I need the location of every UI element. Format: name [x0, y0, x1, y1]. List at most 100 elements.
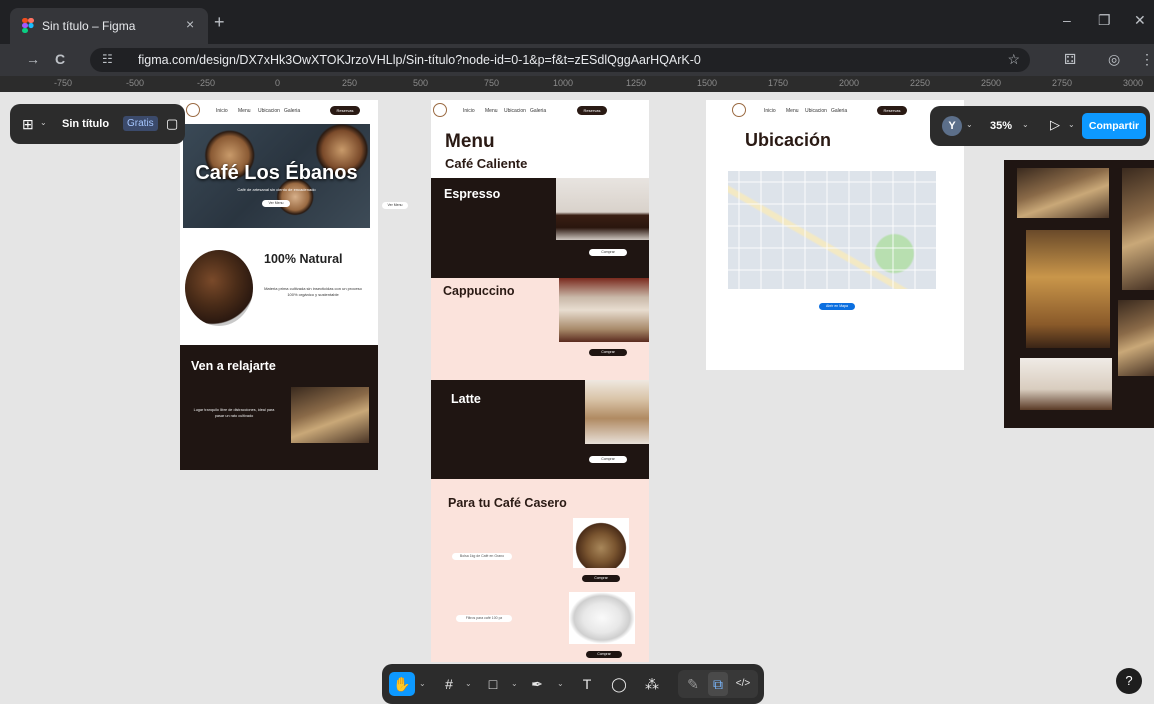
comment-tool-icon[interactable]: ◯: [610, 672, 628, 696]
natural-text: Materia prima cultivada sin insecticidas…: [264, 286, 362, 297]
horizontal-ruler: -750 -500 -250 0 250 500 750 1000 1250 1…: [0, 76, 1154, 92]
ruler-tick: 2500: [981, 78, 1002, 88]
new-tab-icon[interactable]: +: [214, 12, 225, 33]
nav-link-galeria[interactable]: Galeria: [284, 108, 300, 114]
ruler-tick: -500: [126, 78, 145, 88]
figma-menu-icon[interactable]: ⊞: [22, 116, 34, 133]
forward-icon[interactable]: →: [26, 51, 40, 67]
outside-ver-menu-button[interactable]: Ver Menu: [382, 202, 408, 209]
ruler-tick: 0: [275, 78, 281, 88]
plan-badge[interactable]: Gratis: [123, 116, 158, 131]
actions-icon[interactable]: ⁂: [642, 672, 662, 696]
ruler-tick: 2750: [1052, 78, 1073, 88]
shape-tool-icon[interactable]: □: [484, 672, 502, 696]
chevron-down-icon[interactable]: ⌄: [557, 679, 564, 688]
chevron-down-icon[interactable]: ⌄: [1022, 120, 1029, 129]
browser-menu-icon[interactable]: ⋮: [1140, 51, 1154, 68]
home-frame[interactable]: Inicio Menu Ubicacion Galeria Reservas C…: [180, 100, 378, 470]
espresso-buy-button[interactable]: Comprar: [589, 249, 627, 256]
gallery-frame[interactable]: [1004, 160, 1154, 428]
chevron-down-icon[interactable]: ⌄: [40, 118, 47, 127]
chevron-down-icon[interactable]: ⌄: [1068, 120, 1075, 129]
ruler-tick: 2250: [910, 78, 931, 88]
profile-icon[interactable]: ◎: [1108, 51, 1120, 68]
reload-icon[interactable]: C: [55, 51, 65, 67]
nav-link-galeria[interactable]: Galeria: [831, 108, 847, 114]
menu-title: Menu: [445, 131, 495, 152]
beans-image: [185, 250, 253, 326]
present-icon[interactable]: ▷: [1050, 117, 1060, 133]
bottom-toolbar: ✋ ⌄ # ⌄ □ ⌄ ✒ ⌄ T ◯ ⁂ ✎ ⧉ </>: [382, 664, 764, 704]
nav-link-inicio[interactable]: Inicio: [463, 108, 475, 114]
latte-buy-button[interactable]: Comprar: [589, 456, 627, 463]
pen-tool-icon[interactable]: ✒: [528, 672, 546, 696]
dev-mode-group: ✎ ⧉ </>: [678, 670, 758, 698]
reservas-button[interactable]: Reservas: [330, 106, 360, 115]
reservas-button[interactable]: Reservas: [577, 106, 607, 115]
url-field[interactable]: ☷ figma.com/design/DX7xHk3OwXTOKJrzoVHLl…: [90, 48, 1030, 72]
gallery-image-1: [1017, 168, 1109, 218]
coffee-bag-buy-button[interactable]: Comprar: [582, 575, 620, 582]
chevron-down-icon[interactable]: ⌄: [419, 679, 426, 688]
location-frame[interactable]: Inicio Menu Ubicacion Galeria Reservas U…: [706, 100, 964, 370]
frame-tool-icon[interactable]: #: [440, 672, 458, 696]
nav-link-menu[interactable]: Menu: [238, 108, 251, 114]
open-map-button[interactable]: Abrir en Mapa: [819, 303, 855, 310]
layout-panel-icon[interactable]: ▢: [166, 116, 178, 132]
dev-mode-icon[interactable]: </>: [732, 672, 754, 696]
nav-link-menu[interactable]: Menu: [485, 108, 498, 114]
gallery-image-5: [1020, 358, 1112, 410]
gallery-image-2: [1122, 168, 1154, 290]
nav-link-inicio[interactable]: Inicio: [764, 108, 776, 114]
chevron-down-icon[interactable]: ⌄: [966, 120, 973, 129]
relax-section: Ven a relajarte Lugar tranquilo libre de…: [180, 345, 378, 470]
ruler-tick: 750: [484, 78, 500, 88]
site-info-icon[interactable]: ☷: [102, 52, 113, 66]
extensions-icon[interactable]: ⚃: [1064, 51, 1076, 68]
ruler-tick: -750: [54, 78, 73, 88]
draw-mode-icon[interactable]: ✎: [684, 672, 702, 696]
tab-close-icon[interactable]: ×: [186, 16, 194, 32]
latte-image: [585, 380, 649, 444]
help-button[interactable]: ?: [1116, 668, 1142, 694]
cappuccino-label: Cappuccino: [443, 284, 515, 298]
bookmark-star-icon[interactable]: ☆: [1007, 51, 1020, 68]
nav-link-galeria[interactable]: Galeria: [530, 108, 546, 114]
reservas-button[interactable]: Reservas: [877, 106, 907, 115]
nav-link-ubicacion[interactable]: Ubicacion: [258, 108, 280, 114]
chevron-down-icon[interactable]: ⌄: [465, 679, 472, 688]
browser-tab[interactable]: Sin título – Figma ×: [10, 8, 208, 44]
nav-link-inicio[interactable]: Inicio: [216, 108, 228, 114]
location-title: Ubicación: [745, 130, 832, 150]
avatar[interactable]: Y: [942, 116, 962, 136]
minimize-icon[interactable]: –: [1063, 12, 1071, 28]
nav-link-ubicacion[interactable]: Ubicacion: [504, 108, 526, 114]
menu-frame[interactable]: Inicio Menu Ubicacion Galeria Reservas M…: [431, 100, 649, 662]
restore-icon[interactable]: ❐: [1098, 12, 1111, 29]
home-coffee-section: Para tu Café Casero Bolsa 1kg de Café en…: [431, 479, 649, 662]
file-name[interactable]: Sin título: [62, 118, 109, 130]
design-mode-icon[interactable]: ⧉: [708, 672, 728, 696]
cafe-logo-icon: [433, 103, 447, 117]
window-close-icon[interactable]: ✕: [1134, 12, 1146, 29]
share-button[interactable]: Compartir: [1082, 113, 1146, 139]
home-navbar: Inicio Menu Ubicacion Galeria Reservas: [180, 100, 378, 122]
ruler-tick: 1250: [626, 78, 647, 88]
hero-ver-menu-button[interactable]: Ver Menu: [262, 200, 290, 207]
hand-tool-icon[interactable]: ✋: [389, 672, 415, 696]
ruler-tick: 1500: [697, 78, 718, 88]
address-bar-row: → C ☷ figma.com/design/DX7xHk3OwXTOKJrzo…: [0, 44, 1154, 76]
nav-link-menu[interactable]: Menu: [786, 108, 799, 114]
ruler-tick: 500: [413, 78, 429, 88]
menu-navbar: Inicio Menu Ubicacion Galeria Reservas: [431, 100, 649, 122]
hero-subtitle: Café de artesanal sin ciento de encadena…: [237, 187, 316, 192]
design-canvas[interactable]: Inicio Menu Ubicacion Galeria Reservas C…: [0, 92, 1154, 702]
chevron-down-icon[interactable]: ⌄: [511, 679, 518, 688]
filters-buy-button[interactable]: Comprar: [586, 651, 622, 658]
menu-subtitle: Café Caliente: [445, 156, 528, 171]
gallery-image-3: [1026, 230, 1110, 348]
nav-link-ubicacion[interactable]: Ubicacion: [805, 108, 827, 114]
zoom-level[interactable]: 35%: [990, 120, 1012, 132]
text-tool-icon[interactable]: T: [578, 672, 596, 696]
cappuccino-buy-button[interactable]: Comprar: [589, 349, 627, 356]
